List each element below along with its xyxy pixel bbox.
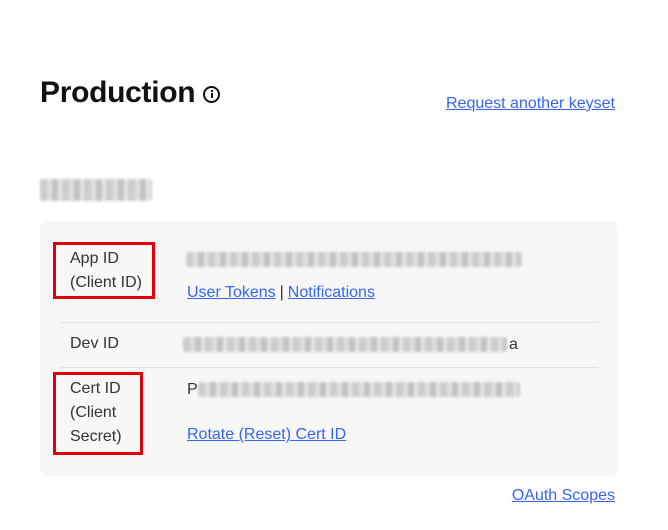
request-another-keyset-link[interactable]: Request another keyset [446, 95, 615, 113]
keyset-name-redacted [40, 179, 152, 201]
row-divider [60, 322, 598, 323]
app-id-highlight-box [53, 242, 155, 299]
cert-id-highlight-box [53, 372, 143, 455]
cert-id-value-redacted [198, 382, 520, 397]
notifications-link[interactable]: Notifications [288, 284, 375, 301]
link-separator: | [279, 284, 284, 301]
dev-id-label: Dev ID [70, 335, 119, 352]
app-id-value-redacted [186, 252, 522, 267]
user-tokens-link[interactable]: User Tokens [187, 284, 276, 301]
dev-id-value-redacted [183, 337, 507, 352]
dev-id-value-suffix: a [509, 336, 518, 353]
rotate-cert-id-link[interactable]: Rotate (Reset) Cert ID [187, 425, 346, 445]
production-keys-page: Production Request another keyset App ID… [0, 0, 668, 530]
credentials-card: App ID (Client ID) User Tokens | Notificat… [40, 221, 618, 476]
row-divider [60, 367, 598, 368]
page-title: Production [40, 76, 221, 110]
page-title-text: Production [40, 76, 196, 109]
cert-id-value-prefix: P [187, 381, 198, 398]
info-icon[interactable] [203, 85, 221, 103]
oauth-scopes-link[interactable]: OAuth Scopes [512, 487, 615, 505]
app-id-links: User Tokens | Notifications [187, 283, 375, 303]
